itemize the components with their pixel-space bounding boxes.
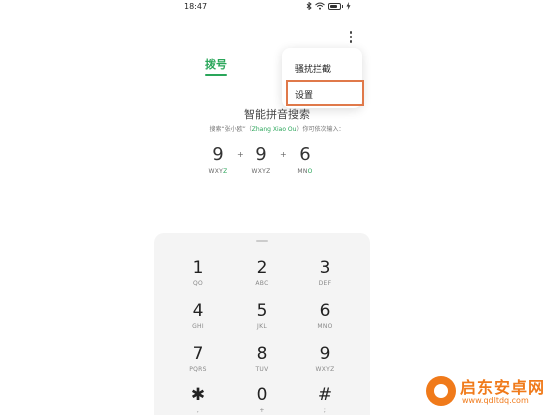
key-4[interactable]: 4 GHI (178, 302, 218, 331)
hint-prefix: 搜索“张小欧”（ (209, 126, 252, 133)
menu-item-harassment-block[interactable]: 骚扰拦截 (295, 62, 331, 75)
site-watermark: 启东安卓网 www.qdltdq.com (426, 372, 554, 412)
watermark-logo-icon (426, 376, 456, 406)
example-letters: WXYZ (208, 168, 228, 175)
status-bar: 18:47 (0, 0, 554, 14)
example-key: 6 MNO (291, 144, 319, 176)
more-vertical-icon[interactable] (346, 30, 356, 44)
hint-pinyin: Zhang Xiao Ou (251, 126, 297, 133)
key-3[interactable]: 3 DEF (305, 259, 345, 288)
example-digit: 9 (255, 144, 267, 165)
example-key: 9 WXYZ (247, 144, 275, 176)
key-2[interactable]: 2 ABC (242, 259, 282, 288)
dial-keypad: 1 QO 2 ABC 3 DEF 4 GHI 5 JKL 6 MNO 7 PQRS 8 TUV … (154, 233, 370, 415)
smart-search-title: 智能拼音搜索 (244, 108, 310, 121)
key-7[interactable]: 7 PQRS (178, 345, 218, 374)
key-0[interactable]: 0 + (242, 386, 282, 415)
smart-search-hint: 搜索“张小欧”（Zhang Xiao Ou）你可依次输入： (0, 124, 554, 133)
key-9[interactable]: 9 WXYZ (305, 345, 345, 374)
example-letters: WXYZ (251, 168, 271, 175)
plus-separator: + (237, 150, 244, 159)
key-hash[interactable]: #; (305, 386, 345, 415)
watermark-url: www.qdltdq.com (462, 396, 529, 405)
drag-handle[interactable] (256, 240, 268, 242)
watermark-name: 启东安卓网 (460, 378, 546, 397)
key-8[interactable]: 8 TUV (242, 345, 282, 374)
status-icons (306, 2, 351, 10)
example-sequence: 9 WXYZ + 9 WXYZ + 6 MNO (180, 145, 340, 177)
battery-icon (328, 2, 341, 10)
status-time: 18:47 (184, 2, 208, 11)
example-letters: MNO (297, 168, 313, 175)
plus-separator: + (280, 150, 287, 159)
hint-suffix: ）你可依次输入： (296, 126, 345, 133)
example-digit: 9 (212, 144, 224, 165)
key-star[interactable]: ✱, (178, 386, 218, 415)
wifi-icon (315, 2, 325, 10)
key-1[interactable]: 1 QO (178, 259, 218, 288)
bluetooth-icon (306, 2, 312, 10)
battery-tip (342, 4, 343, 8)
example-digit: 6 (299, 144, 311, 165)
example-key: 9 WXYZ (204, 144, 232, 176)
charging-icon (346, 2, 351, 10)
tab-dial-indicator (205, 74, 227, 76)
key-6[interactable]: 6 MNO (305, 302, 345, 331)
key-5[interactable]: 5 JKL (242, 302, 282, 331)
settings-highlight-box (286, 80, 364, 106)
tab-dial[interactable]: 拨号 (205, 56, 227, 72)
